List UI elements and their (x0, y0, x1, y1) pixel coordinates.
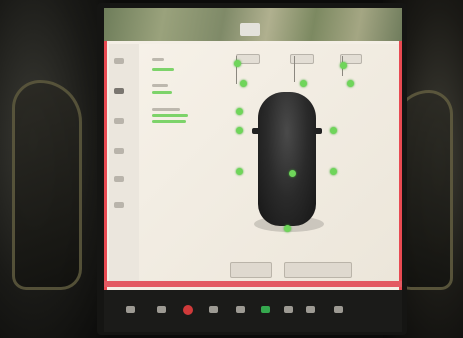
status-indicator (152, 68, 174, 71)
left-mirror (252, 128, 260, 134)
measure-line (294, 56, 295, 82)
info-line (152, 108, 180, 111)
info-line (152, 58, 164, 61)
touchscreen (104, 8, 402, 290)
parking-sensor (289, 170, 296, 177)
camera-button[interactable] (230, 262, 272, 278)
fan-icon[interactable] (236, 306, 245, 313)
climate-icon[interactable] (209, 306, 218, 313)
parking-sensor (300, 80, 307, 87)
status-indicator (152, 114, 188, 117)
parking-sensor (330, 127, 337, 134)
driver-seat (12, 80, 82, 290)
parking-sensor (234, 60, 241, 67)
map-control-button[interactable] (240, 23, 260, 36)
info-button[interactable] (284, 262, 352, 278)
app-icon[interactable] (306, 306, 315, 313)
app-icon[interactable] (284, 306, 293, 313)
phone-icon[interactable] (261, 306, 270, 313)
parking-sensor (236, 168, 243, 175)
wrench-icon[interactable] (114, 176, 124, 182)
status-indicator (152, 91, 172, 94)
info-line (152, 84, 168, 87)
parking-sensor (236, 108, 243, 115)
right-mirror (314, 128, 322, 134)
car-icon[interactable] (126, 306, 135, 313)
bottom-dock (104, 290, 402, 332)
light-icon[interactable] (114, 148, 124, 154)
parking-sensor (330, 168, 337, 175)
sidebar (109, 44, 139, 284)
parking-sensor (340, 62, 347, 69)
power-icon[interactable] (183, 305, 193, 315)
settings-icon[interactable] (114, 202, 124, 208)
car-icon[interactable] (114, 88, 124, 94)
car-top-view (258, 92, 316, 226)
parking-sensor (347, 80, 354, 87)
parking-sensor (236, 127, 243, 134)
parking-sensor (284, 225, 291, 232)
warning-bar (104, 281, 402, 287)
lock-icon[interactable] (114, 118, 124, 124)
phone-icon[interactable] (114, 58, 124, 64)
media-icon[interactable] (157, 306, 166, 313)
parking-sensor (240, 80, 247, 87)
status-indicator (152, 120, 186, 123)
volume-icon[interactable] (334, 306, 343, 313)
